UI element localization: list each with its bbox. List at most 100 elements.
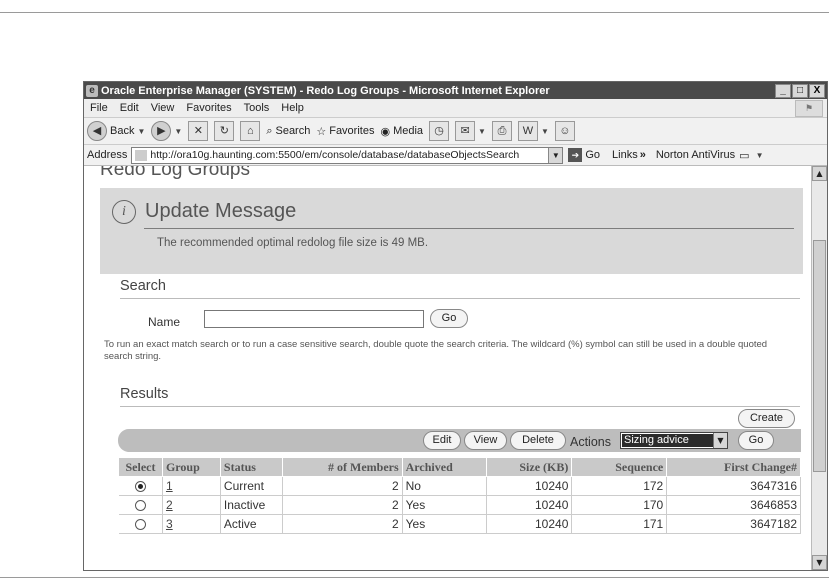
column-header-status[interactable]: Status bbox=[219, 457, 283, 477]
favorites-button[interactable]: ☆ Favorites bbox=[316, 125, 374, 138]
toolbar: ◀ Back ▼ ▶ ▼ ✕ ↻ ⌂ ⌕ Search ☆ Favorites … bbox=[84, 118, 827, 145]
menu-help[interactable]: Help bbox=[275, 102, 310, 114]
redo-log-groups-table: Select Group Status # of Members Archive… bbox=[118, 457, 801, 534]
group-link[interactable]: 3 bbox=[166, 517, 173, 531]
home-icon[interactable]: ⌂ bbox=[240, 121, 261, 141]
toolbar-options-arrow-icon[interactable]: ▼ bbox=[756, 151, 764, 160]
page-icon bbox=[135, 149, 148, 161]
mail-button[interactable]: ✉ ▼ bbox=[455, 121, 486, 141]
scroll-up-icon[interactable]: ▲ bbox=[812, 166, 827, 181]
search-button[interactable]: ⌕ Search bbox=[266, 125, 310, 138]
maximize-button[interactable]: □ bbox=[792, 83, 808, 98]
media-button[interactable]: ◉ Media bbox=[380, 125, 423, 138]
print-icon[interactable]: ⎙ bbox=[491, 121, 512, 141]
links-label[interactable]: Links bbox=[612, 149, 638, 161]
dropdown-arrow-icon: ▼ bbox=[478, 126, 486, 136]
bottom-divider bbox=[0, 577, 829, 578]
group-link[interactable]: 2 bbox=[166, 498, 173, 512]
actions-go-button[interactable]: Go bbox=[738, 431, 774, 450]
archived-cell: No bbox=[402, 476, 487, 496]
column-header-size[interactable]: Size (KB) bbox=[485, 457, 573, 477]
window-title: Oracle Enterprise Manager (SYSTEM) - Red… bbox=[101, 84, 550, 97]
update-message-text: The recommended optimal redolog file siz… bbox=[157, 237, 429, 249]
name-search-input[interactable] bbox=[204, 310, 424, 328]
column-header-group[interactable]: Group bbox=[161, 457, 221, 477]
menu-edit[interactable]: Edit bbox=[114, 102, 145, 114]
address-url: http://ora10g.haunting.com:5500/em/conso… bbox=[150, 149, 520, 161]
dropdown-arrow-icon: ▼ bbox=[174, 126, 183, 136]
column-header-archived[interactable]: Archived bbox=[401, 457, 487, 477]
edit-button[interactable]: Edit bbox=[423, 431, 461, 450]
table-header-row: Select Group Status # of Members Archive… bbox=[118, 457, 801, 477]
select-radio[interactable] bbox=[134, 481, 146, 493]
norton-antivirus-button[interactable]: Norton AntiVirus bbox=[656, 149, 735, 161]
scroll-thumb[interactable] bbox=[813, 240, 826, 472]
status-cell: Active bbox=[220, 514, 283, 534]
members-cell: 2 bbox=[282, 495, 403, 515]
search-icon: ⌕ bbox=[266, 124, 273, 137]
norton-icon[interactable]: ▭ bbox=[739, 149, 749, 162]
forward-arrow-icon: ▶ bbox=[151, 121, 172, 141]
menu-file[interactable]: File bbox=[84, 102, 114, 114]
column-header-first-change[interactable]: First Change# bbox=[666, 457, 801, 477]
members-cell: 2 bbox=[282, 476, 403, 496]
menu-favorites[interactable]: Favorites bbox=[180, 102, 237, 114]
size-cell: 10240 bbox=[486, 514, 573, 534]
go-arrow-icon[interactable]: ➔ bbox=[568, 148, 583, 162]
info-icon: i bbox=[112, 200, 136, 224]
search-go-button[interactable]: Go bbox=[430, 309, 468, 328]
page-content: Redo Log Groups i Update Message The rec… bbox=[84, 166, 811, 570]
browser-window: e Oracle Enterprise Manager (SYSTEM) - R… bbox=[83, 81, 828, 571]
address-go-button[interactable]: Go bbox=[585, 149, 600, 161]
stop-icon[interactable]: ✕ bbox=[188, 121, 209, 141]
actions-select[interactable]: Sizing advice ▼ bbox=[620, 432, 728, 449]
sequence-cell: 172 bbox=[571, 476, 668, 496]
links-chevron[interactable]: » bbox=[640, 149, 646, 161]
forward-button[interactable]: ▶ ▼ bbox=[151, 121, 182, 141]
search-help-text: To run an exact match search or to run a… bbox=[104, 339, 768, 362]
view-button[interactable]: View bbox=[464, 431, 507, 450]
update-message-box: i Update Message The recommended optimal… bbox=[100, 188, 803, 274]
first-change-cell: 3646853 bbox=[666, 495, 801, 515]
menu-view[interactable]: View bbox=[145, 102, 181, 114]
actions-selected-value: Sizing advice bbox=[622, 434, 713, 447]
column-header-sequence[interactable]: Sequence bbox=[571, 457, 668, 477]
minimize-button[interactable]: _ bbox=[775, 83, 791, 98]
vertical-scrollbar[interactable]: ▲ ▼ bbox=[811, 166, 827, 570]
mail-icon: ✉ bbox=[455, 121, 476, 141]
chevron-down-icon[interactable]: ▼ bbox=[713, 433, 727, 448]
top-divider bbox=[0, 12, 829, 13]
menu-tools[interactable]: Tools bbox=[238, 102, 276, 114]
column-header-members[interactable]: # of Members bbox=[281, 457, 403, 477]
messenger-icon[interactable]: ☺ bbox=[554, 121, 575, 141]
close-button[interactable]: X bbox=[809, 83, 825, 98]
favorites-label: Favorites bbox=[329, 125, 375, 137]
select-cell bbox=[118, 514, 163, 534]
first-change-cell: 3647316 bbox=[666, 476, 801, 496]
scroll-down-icon[interactable]: ▼ bbox=[812, 555, 827, 570]
edit-word-button[interactable]: W ▼ bbox=[517, 121, 549, 141]
name-label: Name bbox=[148, 315, 181, 329]
history-icon[interactable]: ◷ bbox=[429, 121, 450, 141]
back-button[interactable]: ◀ Back ▼ bbox=[87, 121, 145, 141]
address-dropdown-icon[interactable]: ▼ bbox=[548, 147, 563, 163]
search-label: Search bbox=[275, 125, 311, 137]
group-link[interactable]: 1 bbox=[166, 479, 173, 493]
ie-logo-icon: e bbox=[86, 84, 98, 97]
select-cell bbox=[118, 476, 163, 496]
delete-button[interactable]: Delete bbox=[510, 431, 566, 450]
create-button[interactable]: Create bbox=[738, 409, 795, 428]
address-field[interactable]: http://ora10g.haunting.com:5500/em/conso… bbox=[131, 146, 564, 164]
size-cell: 10240 bbox=[486, 495, 573, 515]
select-radio[interactable] bbox=[134, 500, 146, 512]
select-radio[interactable] bbox=[134, 519, 146, 531]
results-heading: Results bbox=[120, 386, 169, 402]
archived-cell: Yes bbox=[402, 495, 487, 515]
word-icon: W bbox=[517, 121, 538, 141]
actions-label: Actions bbox=[570, 435, 611, 449]
back-arrow-icon: ◀ bbox=[87, 121, 107, 141]
media-icon: ◉ bbox=[380, 125, 391, 138]
media-label: Media bbox=[393, 125, 424, 137]
refresh-icon[interactable]: ↻ bbox=[214, 121, 235, 141]
results-divider bbox=[120, 406, 800, 407]
